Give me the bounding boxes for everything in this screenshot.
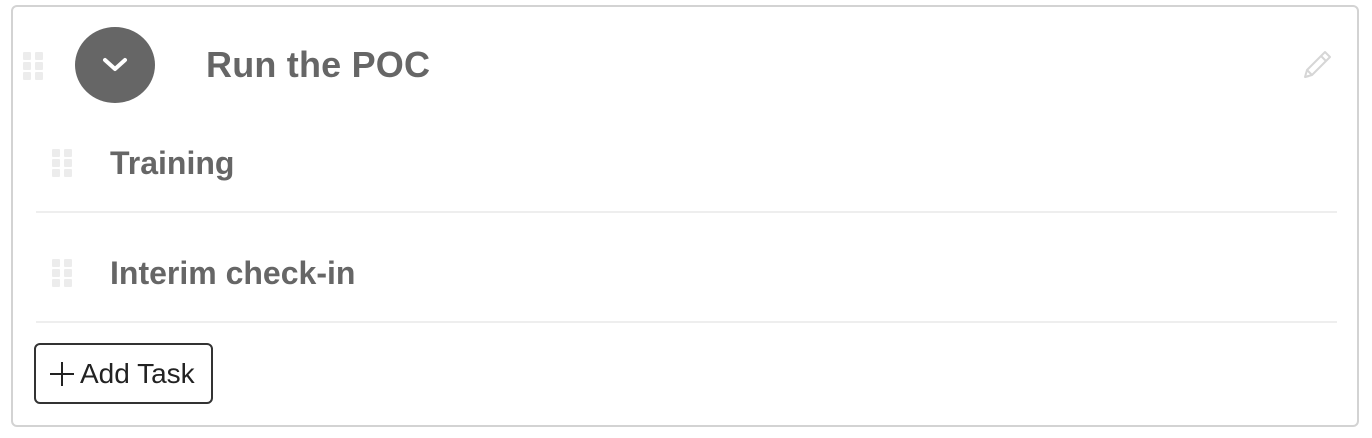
- task-label: Interim check-in: [110, 255, 356, 291]
- collapse-toggle-button[interactable]: [75, 27, 155, 103]
- chevron-down-icon: [103, 58, 127, 71]
- task-row[interactable]: Training: [36, 103, 1337, 213]
- task-row[interactable]: Interim check-in: [36, 213, 1337, 323]
- plus-icon: [50, 361, 74, 386]
- pencil-icon[interactable]: [1299, 47, 1335, 83]
- task-group-card: Run the POC Training Interim check-in Ad…: [11, 5, 1359, 427]
- task-label: Training: [110, 145, 235, 181]
- add-task-button[interactable]: Add Task: [34, 343, 213, 404]
- group-drag-handle-icon[interactable]: [23, 52, 43, 80]
- task-drag-handle-icon[interactable]: [52, 259, 72, 287]
- add-task-label: Add Task: [80, 357, 195, 389]
- task-drag-handle-icon[interactable]: [52, 149, 72, 177]
- group-title: Run the POC: [206, 44, 431, 85]
